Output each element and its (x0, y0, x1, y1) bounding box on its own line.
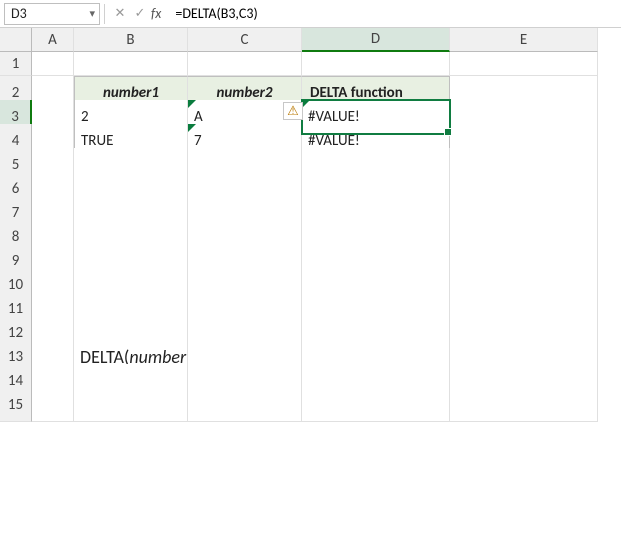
formula-bar: D3 ▾ ✕ ✓ fx (0, 0, 621, 28)
row-header-1[interactable]: 1 (0, 52, 32, 76)
formula-input[interactable] (171, 3, 617, 25)
fx-icon[interactable]: fx (151, 5, 165, 22)
cell-b15[interactable] (74, 388, 188, 422)
spreadsheet-grid[interactable]: A B C D E 1 2 number1 number2 DELTA func… (0, 28, 621, 412)
cell-b1[interactable] (74, 52, 188, 76)
name-box[interactable]: D3 ▾ (4, 3, 100, 25)
cell-c15[interactable] (188, 388, 302, 422)
col-header-e[interactable]: E (450, 28, 598, 52)
col-header-c[interactable]: C (188, 28, 302, 52)
col-header-d[interactable]: D (302, 28, 450, 52)
name-box-value: D3 (11, 5, 27, 22)
cell-d15[interactable] (302, 388, 450, 422)
cell-e1[interactable] (450, 52, 598, 76)
separator (104, 4, 105, 24)
cell-d3[interactable]: #VALUE! (302, 100, 450, 134)
warning-icon: ⚠ (287, 105, 299, 118)
cancel-icon[interactable]: ✕ (111, 4, 129, 24)
cell-c1[interactable] (188, 52, 302, 76)
cell-a15[interactable] (32, 388, 74, 422)
cell-e15[interactable] (450, 388, 598, 422)
formula-bar-buttons: ✕ ✓ fx (109, 4, 167, 24)
cell-c3-value: A (194, 108, 203, 126)
confirm-icon[interactable]: ✓ (131, 4, 149, 24)
cell-a1[interactable] (32, 52, 74, 76)
cell-d1[interactable] (302, 52, 450, 76)
chevron-down-icon[interactable]: ▾ (89, 7, 95, 20)
error-trace-button[interactable]: ⚠ (283, 102, 303, 120)
col-header-a[interactable]: A (32, 28, 74, 52)
select-all-corner[interactable] (0, 28, 32, 52)
col-header-b[interactable]: B (74, 28, 188, 52)
row-header-15[interactable]: 15 (0, 388, 32, 422)
